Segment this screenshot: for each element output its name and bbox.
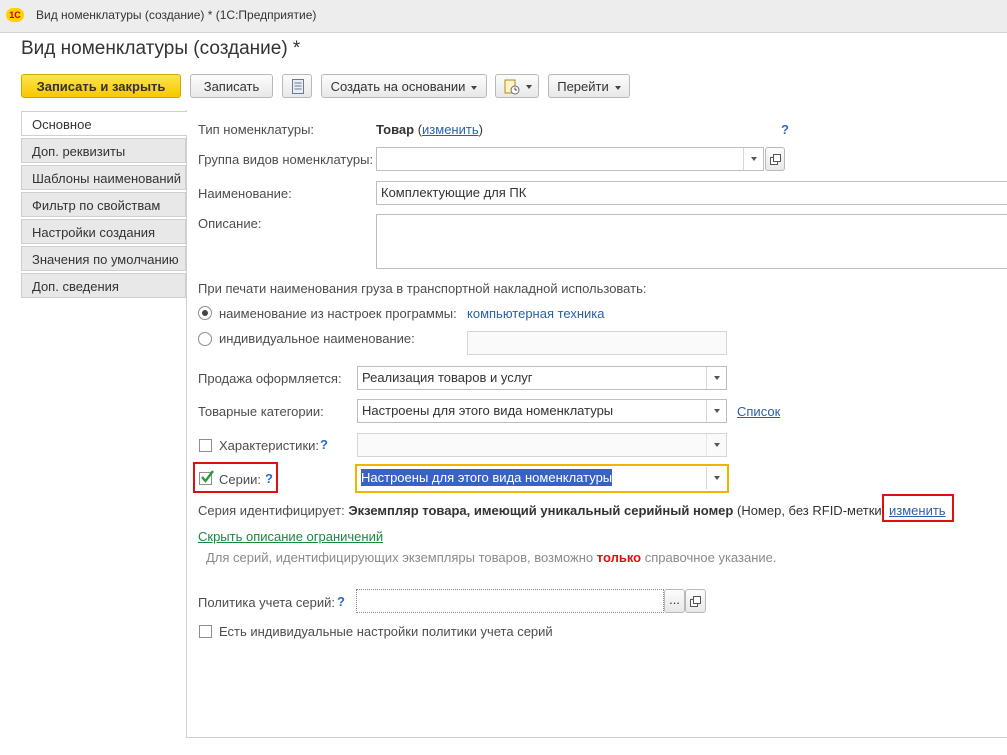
description-textarea[interactable] [376, 214, 1007, 269]
individual-name-input[interactable] [467, 331, 727, 355]
chevron-down-icon [614, 85, 621, 90]
create-based-on-label: Создать на основании [330, 79, 466, 94]
characteristics-select[interactable] [357, 433, 727, 457]
radio-individual-name[interactable] [198, 332, 212, 346]
type-close-paren: ) [478, 122, 483, 137]
open-icon [770, 154, 781, 165]
note-emphasis: только [596, 550, 642, 565]
tab-creation-settings[interactable]: Настройки создания [21, 219, 186, 244]
create-based-on-button[interactable]: Создать на основании [321, 74, 487, 98]
radio-program-name-label: наименование из настроек программы: [219, 306, 457, 321]
series-identifies-change-link[interactable]: изменить [889, 503, 946, 518]
list-button[interactable] [282, 74, 312, 98]
group-dropdown-button[interactable] [743, 148, 763, 170]
series-label: Серии: [219, 472, 261, 487]
program-name-value[interactable]: компьютерная техника [467, 306, 605, 321]
help-icon[interactable]: ? [781, 122, 789, 137]
characteristics-checkbox[interactable] [199, 439, 212, 452]
series-identifies-label: Серия идентифицирует: [198, 503, 345, 518]
report-icon [504, 79, 520, 95]
hide-restrictions-link[interactable]: Скрыть описание ограничений [198, 529, 383, 544]
tab-additional-info[interactable]: Доп. сведения [21, 273, 186, 298]
tab-default-values[interactable]: Значения по умолчанию [21, 246, 186, 271]
window-title: Вид номенклатуры (создание) * (1С:Предпр… [36, 8, 317, 22]
name-input[interactable]: Комплектующие для ПК [376, 181, 1007, 205]
change-type-link[interactable]: изменить [422, 122, 479, 137]
policy-open-button[interactable] [685, 589, 706, 613]
series-dropdown-button[interactable] [706, 467, 726, 489]
series-checkbox[interactable] [199, 470, 214, 485]
sale-select[interactable]: Реализация товаров и услуг [357, 366, 727, 390]
app-logo: 1С [6, 8, 24, 22]
form-title: Вид номенклатуры (создание) * [21, 38, 301, 59]
goto-label: Перейти [557, 79, 609, 94]
tab-property-filter[interactable]: Фильтр по свойствам [21, 192, 186, 217]
note-part2: справочное указание. [644, 550, 777, 565]
characteristics-label: Характеристики: [219, 438, 320, 453]
print-label: При печати наименования груза в транспор… [198, 281, 647, 296]
characteristics-help-icon[interactable]: ? [320, 437, 328, 452]
restrictions-note: Для серий, идентифицирующих экземпляры т… [206, 550, 777, 565]
individual-policy-label: Есть индивидуальные настройки политики у… [219, 624, 553, 639]
categories-dropdown-button[interactable] [706, 400, 726, 422]
type-value-group: Товар (изменить) [376, 122, 483, 137]
individual-policy-checkbox[interactable] [199, 625, 212, 638]
series-identifies-value: Экземпляр товара, имеющий уникальный сер… [348, 503, 734, 518]
categories-list-link[interactable]: Список [737, 404, 780, 419]
series-identifies-row: Серия идентифицирует: Экземпляр товара, … [198, 503, 882, 518]
group-label: Группа видов номенклатуры: [198, 152, 374, 167]
type-label: Тип номенклатуры: [198, 122, 315, 137]
categories-select[interactable]: Настроены для этого вида номенклатуры [357, 399, 727, 423]
policy-label: Политика учета серий: [198, 595, 335, 610]
tab-main[interactable]: Основное [21, 111, 187, 136]
policy-input[interactable] [356, 589, 664, 613]
series-selected-value: Настроены для этого вида номенклатуры [361, 469, 613, 486]
type-value: Товар [376, 122, 415, 137]
characteristics-dropdown-button[interactable] [706, 434, 726, 456]
policy-select-button[interactable]: ... [664, 589, 685, 613]
group-input[interactable] [376, 147, 764, 171]
chevron-down-icon [471, 85, 478, 90]
description-label: Описание: [198, 216, 262, 231]
tab-additional-attributes[interactable]: Доп. реквизиты [21, 138, 186, 163]
radio-individual-name-label: индивидуальное наименование: [219, 331, 415, 346]
open-icon [690, 596, 701, 607]
save-and-close-button[interactable]: Записать и закрыть [21, 74, 181, 98]
sale-dropdown-button[interactable] [706, 367, 726, 389]
group-open-button[interactable] [765, 147, 785, 171]
name-label: Наименование: [198, 186, 292, 201]
series-identifies-extra: (Номер, без RFID-метки [736, 503, 882, 518]
policy-help-icon[interactable]: ? [337, 594, 345, 609]
chevron-down-icon [526, 85, 532, 89]
checkmark-icon [201, 470, 214, 483]
series-help-icon[interactable]: ? [265, 471, 273, 486]
list-icon [292, 79, 304, 94]
sale-label: Продажа оформляется: [198, 371, 342, 386]
series-select[interactable]: Настроены для этого вида номенклатуры [355, 464, 729, 493]
goto-button[interactable]: Перейти [548, 74, 630, 98]
save-button[interactable]: Записать [190, 74, 273, 98]
note-part1: Для серий, идентифицирующих экземпляры т… [206, 550, 594, 565]
tab-name-templates[interactable]: Шаблоны наименований [21, 165, 186, 190]
radio-program-name[interactable] [198, 306, 212, 320]
window-titlebar: 1С Вид номенклатуры (создание) * (1С:Пре… [0, 0, 1007, 33]
categories-label: Товарные категории: [198, 404, 324, 419]
reports-button[interactable] [495, 74, 539, 98]
